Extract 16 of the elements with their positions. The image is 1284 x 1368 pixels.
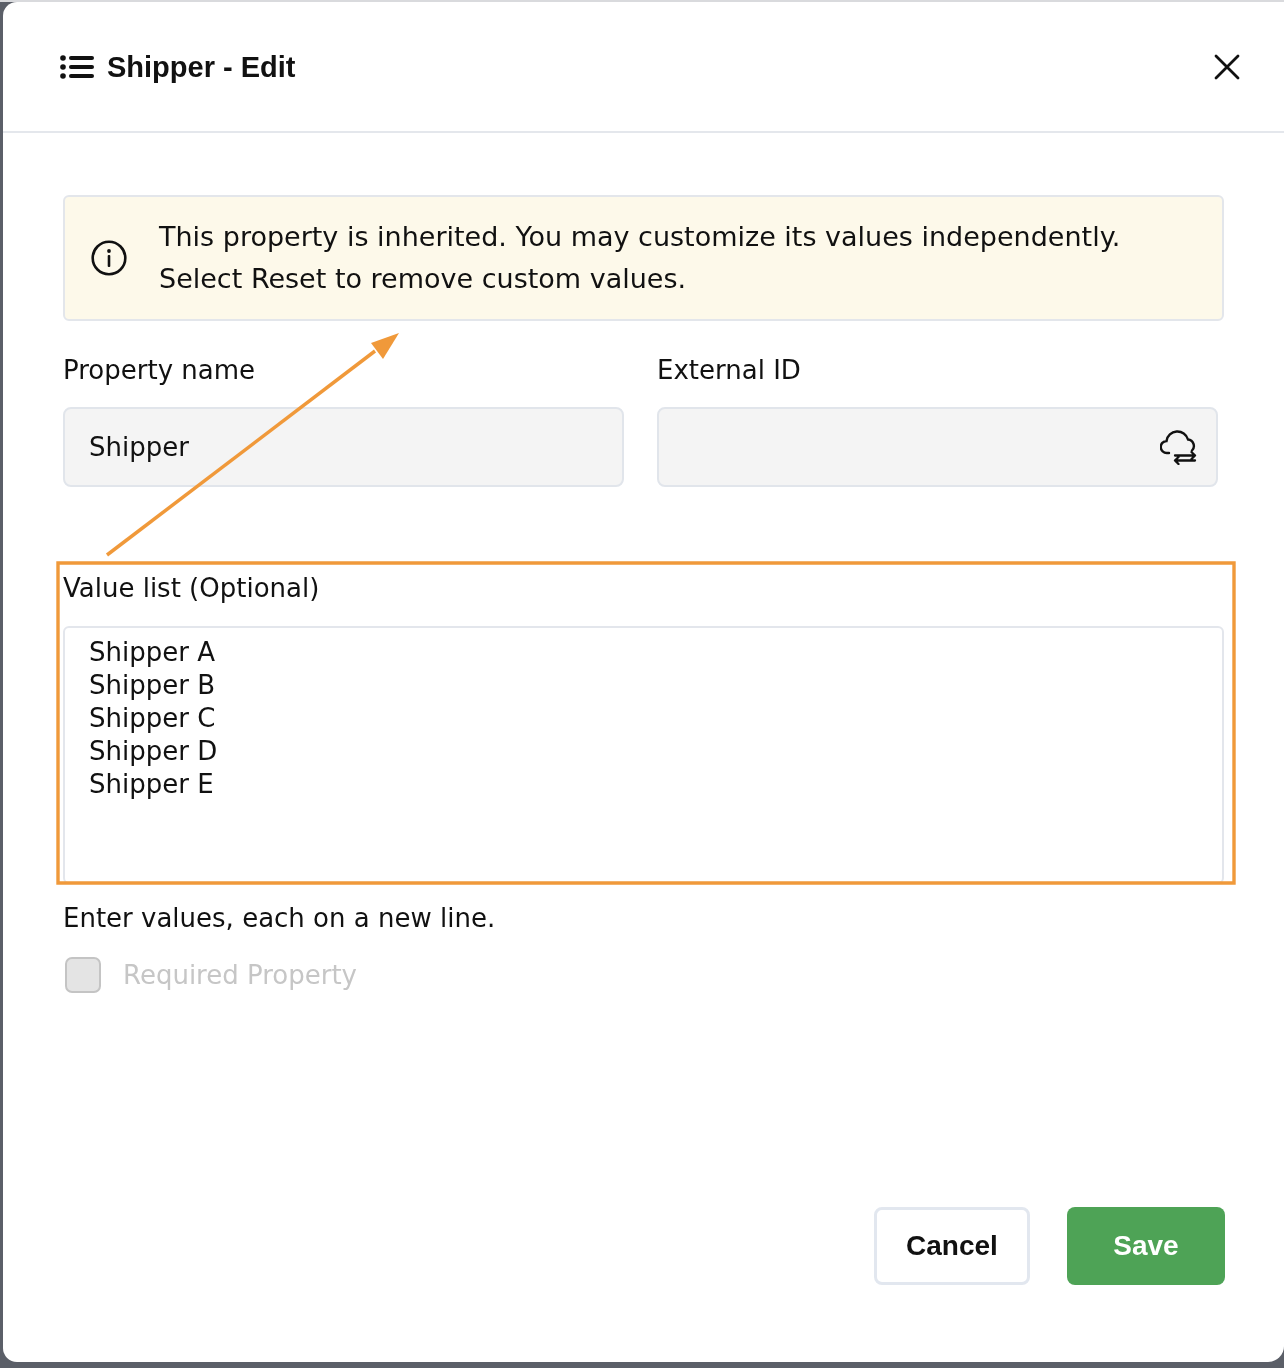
- field-label: Property name: [63, 354, 256, 387]
- close-button[interactable]: [1214, 53, 1240, 80]
- dialog-title: Shipper - Edit: [107, 49, 297, 84]
- helper-text: Enter values, each on a new line.: [63, 902, 496, 935]
- cancel-button[interactable]: Cancel: [874, 1207, 1030, 1285]
- field-label: External ID: [657, 354, 801, 387]
- checkbox-label: Required Property: [123, 959, 357, 992]
- input-field[interactable]: [657, 407, 1218, 487]
- field-label: Value list (Optional): [63, 572, 320, 605]
- list-icon: [60, 54, 94, 79]
- close-icon: [1214, 53, 1240, 80]
- info-icon: [91, 240, 127, 276]
- text-field[interactable]: Shipper: [63, 407, 624, 487]
- cloud-sync-icon[interactable]: [1160, 429, 1198, 465]
- value-list-field[interactable]: Shipper A Shipper B Shipper C Shipper D Shipper E: [63, 626, 1224, 884]
- info-message: This property is inherited. You may customize its values independently. Select Reset to remove custom values.: [159, 220, 1122, 296]
